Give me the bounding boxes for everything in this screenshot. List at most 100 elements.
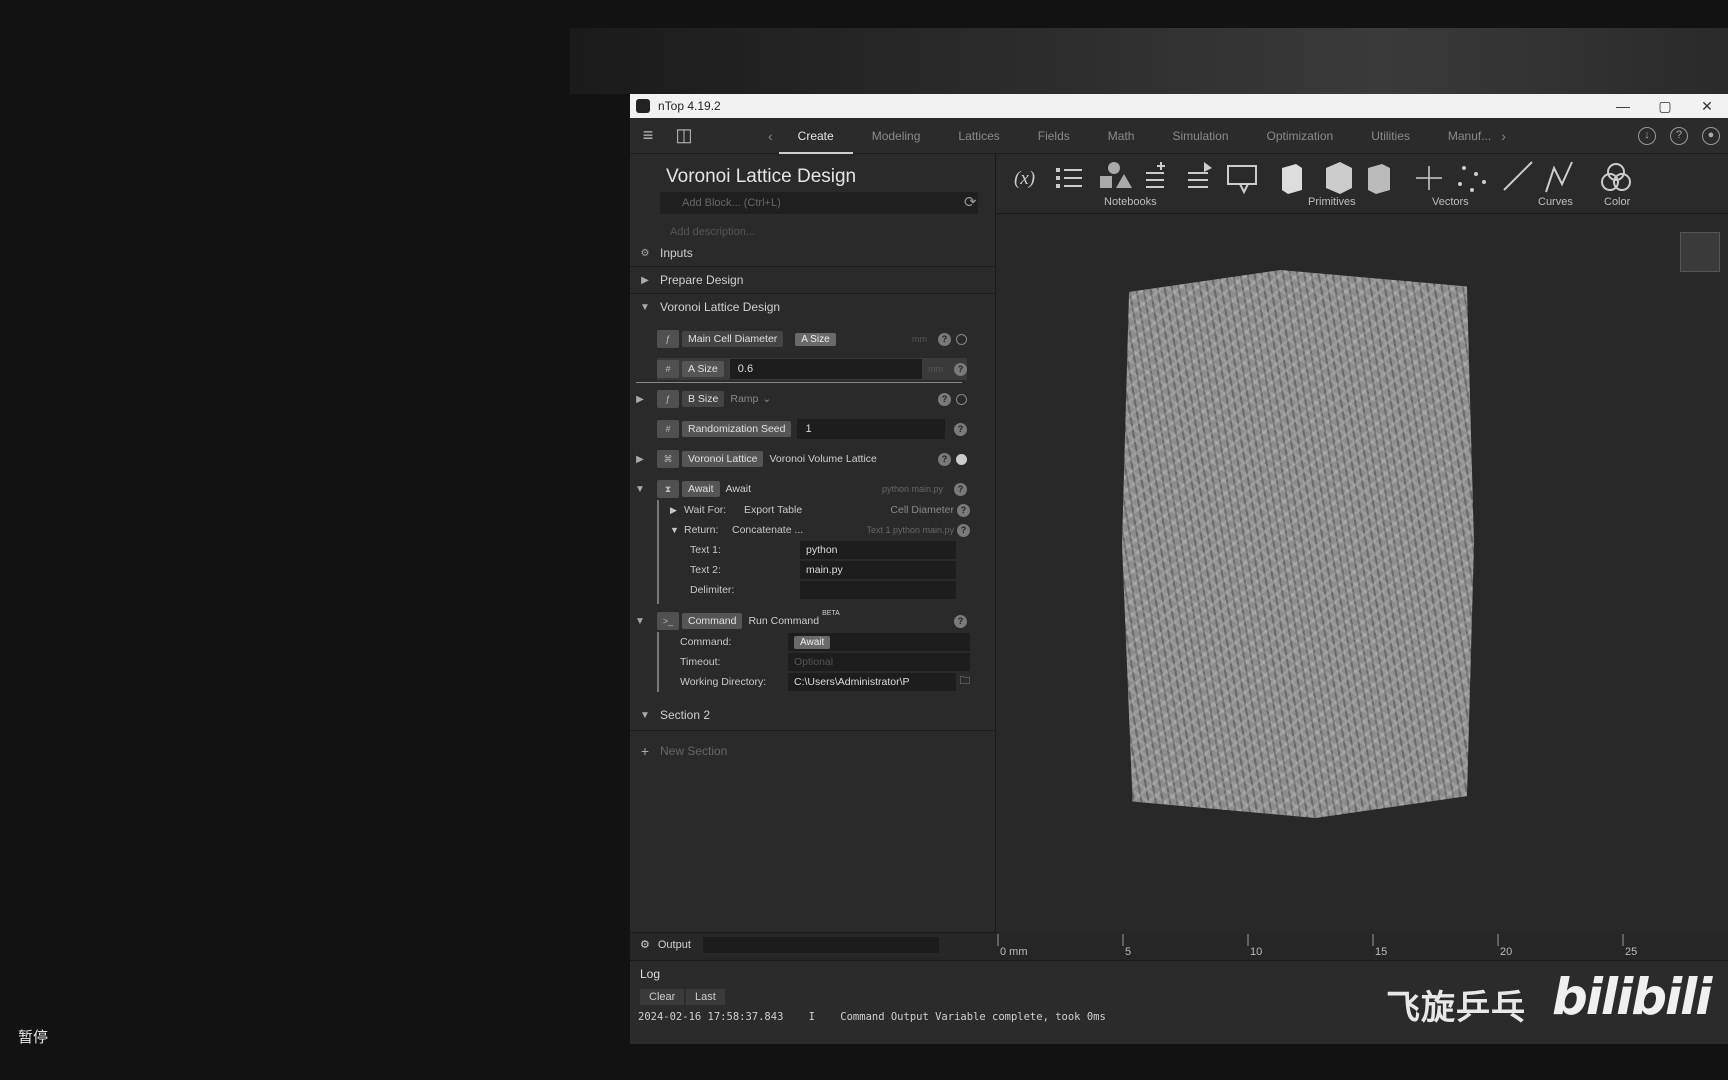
working-directory-input[interactable]: C:\Users\Administrator\P: [788, 673, 956, 691]
window-title: nTop 4.19.2: [658, 99, 721, 113]
color-group-label[interactable]: Color: [1604, 196, 1630, 208]
video-stage: 暂停 nTop 4.19.2 — ▢ ✕ ≡ ◫ ‹ Create Modeli…: [0, 0, 1728, 1080]
help-icon[interactable]: ?: [938, 392, 951, 406]
help-icon[interactable]: ?: [957, 503, 970, 517]
notebooks-group-label[interactable]: Notebooks: [1104, 196, 1157, 208]
caret-down-icon: ▼: [635, 483, 645, 495]
color-icon: [1601, 163, 1631, 191]
minimize-button[interactable]: —: [1602, 98, 1644, 115]
help-icon[interactable]: ?: [957, 523, 970, 537]
add-description[interactable]: Add description...: [670, 226, 755, 238]
3d-viewport[interactable]: 0 mm 5 10 15 20 25: [996, 214, 1728, 962]
text2-row[interactable]: Text 2: main.py: [690, 560, 956, 580]
return-dropdown[interactable]: Concatenate ...: [732, 524, 866, 536]
ruler-label-10: 10: [1250, 946, 1263, 958]
tab-lattices[interactable]: Lattices: [939, 118, 1018, 154]
curves-group-label[interactable]: Curves: [1538, 196, 1573, 208]
timeout-input[interactable]: Optional: [788, 653, 970, 671]
caret-down-icon: ▼: [640, 709, 650, 721]
caret-right-icon: ▶: [636, 393, 644, 405]
tab-modeling[interactable]: Modeling: [853, 118, 940, 154]
last-button[interactable]: Last: [686, 989, 725, 1005]
new-section-button[interactable]: + New Section: [630, 738, 996, 764]
tab-optimization[interactable]: Optimization: [1248, 118, 1353, 154]
tab-simulation[interactable]: Simulation: [1153, 118, 1247, 154]
notebook-title[interactable]: Voronoi Lattice Design: [666, 166, 856, 188]
a-size-block[interactable]: # A Size 0.6 mm ?: [657, 358, 967, 380]
help-icon[interactable]: ?: [938, 332, 951, 346]
section-voronoi-lattice-design[interactable]: ▼ Voronoi Lattice Design: [630, 294, 996, 320]
tab-math[interactable]: Math: [1089, 118, 1154, 154]
download-icon[interactable]: ↓: [1638, 126, 1656, 145]
b-size-block[interactable]: ƒ B Size Ramp ⌄ ?: [657, 388, 967, 410]
help-icon[interactable]: ?: [954, 482, 967, 496]
section-prepare-design[interactable]: ▶ Prepare Design: [630, 267, 996, 293]
caret-right-icon: ▶: [636, 453, 644, 465]
refresh-icon[interactable]: ⟳: [964, 193, 977, 211]
output-toggle-icon[interactable]: [956, 393, 967, 405]
tab-utilities[interactable]: Utilities: [1352, 118, 1429, 154]
help-icon[interactable]: ?: [938, 452, 951, 466]
ramp-dropdown[interactable]: Ramp: [730, 393, 758, 405]
text1-input[interactable]: python: [800, 541, 956, 559]
delimiter-input[interactable]: [800, 581, 956, 599]
help-icon[interactable]: ?: [954, 362, 967, 376]
a-size-tag[interactable]: A Size: [795, 332, 836, 346]
tab-fields[interactable]: Fields: [1019, 118, 1089, 154]
delimiter-row[interactable]: Delimiter:: [690, 580, 956, 600]
seed-value-input[interactable]: 1: [797, 419, 945, 439]
text2-input[interactable]: main.py: [800, 561, 956, 579]
tab-manufacturing[interactable]: Manuf...: [1429, 118, 1495, 154]
view-cube-icon[interactable]: [1680, 232, 1720, 272]
a-size-value-input[interactable]: 0.6: [729, 359, 922, 379]
wait-for-row[interactable]: ▶ Wait For: Export Table Cell Diameter ?: [670, 500, 970, 520]
caret-down-icon: ▼: [670, 525, 679, 535]
command-expand[interactable]: ▼: [630, 608, 650, 634]
main-cell-diameter-block[interactable]: ƒ Main Cell Diameter A Size mm ?: [657, 328, 967, 350]
text1-row[interactable]: Text 1: python: [690, 540, 956, 560]
command-block[interactable]: >_ Command Run Command BETA ?: [657, 610, 967, 632]
help-icon[interactable]: ?: [1670, 126, 1688, 145]
section-inputs[interactable]: ⚙ Inputs: [630, 240, 996, 266]
chevron-down-icon: ⌄: [762, 393, 772, 405]
ruler-label-20: 20: [1500, 946, 1513, 958]
block-label: A Size: [682, 361, 724, 377]
vectors-group-label[interactable]: Vectors: [1432, 196, 1469, 208]
return-row[interactable]: ▼ Return: Concatenate ... Text 1 python …: [670, 520, 970, 540]
tabs-right-arrow-icon[interactable]: ›: [1495, 128, 1512, 144]
await-expand[interactable]: ▼: [630, 476, 650, 502]
help-icon[interactable]: ?: [954, 614, 967, 628]
output-toggle-icon[interactable]: [956, 453, 967, 465]
randomization-seed-block[interactable]: # Randomization Seed 1 ?: [657, 418, 967, 440]
hamburger-menu-icon[interactable]: ≡: [630, 125, 666, 146]
tabs-left-arrow-icon[interactable]: ‹: [762, 128, 779, 144]
command-row[interactable]: Command: Await: [670, 632, 970, 652]
account-icon[interactable]: ●: [1702, 126, 1720, 145]
help-icon[interactable]: ?: [954, 422, 967, 436]
timeout-row[interactable]: Timeout: Optional: [670, 652, 970, 672]
await-block[interactable]: ⧗ Await Await python main.py ?: [657, 478, 967, 500]
folder-icon[interactable]: 🗀: [960, 673, 971, 691]
voronoi-lattice-model: [1122, 270, 1474, 818]
await-tag[interactable]: Await: [794, 636, 831, 649]
tab-create[interactable]: Create: [778, 118, 853, 154]
clear-button[interactable]: Clear: [640, 989, 685, 1005]
output-field[interactable]: [702, 936, 939, 953]
add-block-input[interactable]: Add Block... (Ctrl+L): [660, 192, 978, 214]
primitives-group-label[interactable]: Primitives: [1308, 196, 1356, 208]
working-directory-row[interactable]: Working Directory: C:\Users\Administrato…: [670, 672, 970, 692]
gear-icon: ⚙: [640, 247, 650, 259]
watermark-text: 飞旋乒乓: [1386, 988, 1526, 1028]
caret-down-icon: ▼: [635, 615, 645, 627]
gear-icon[interactable]: ⚙: [640, 938, 650, 951]
log-tab[interactable]: Log: [640, 967, 660, 981]
panel-toggle-icon[interactable]: ◫: [666, 125, 702, 146]
voronoi-lattice-expand[interactable]: ▶: [630, 446, 650, 472]
b-size-expand[interactable]: ▶: [630, 386, 650, 412]
maximize-button[interactable]: ▢: [1644, 98, 1686, 115]
pause-label[interactable]: 暂停: [18, 1026, 48, 1047]
voronoi-lattice-block[interactable]: ⌘ Voronoi Lattice Voronoi Volume Lattice…: [657, 448, 967, 470]
output-toggle-icon[interactable]: [956, 333, 967, 345]
section-section-2[interactable]: ▼ Section 2: [630, 702, 996, 728]
close-button[interactable]: ✕: [1686, 98, 1728, 115]
